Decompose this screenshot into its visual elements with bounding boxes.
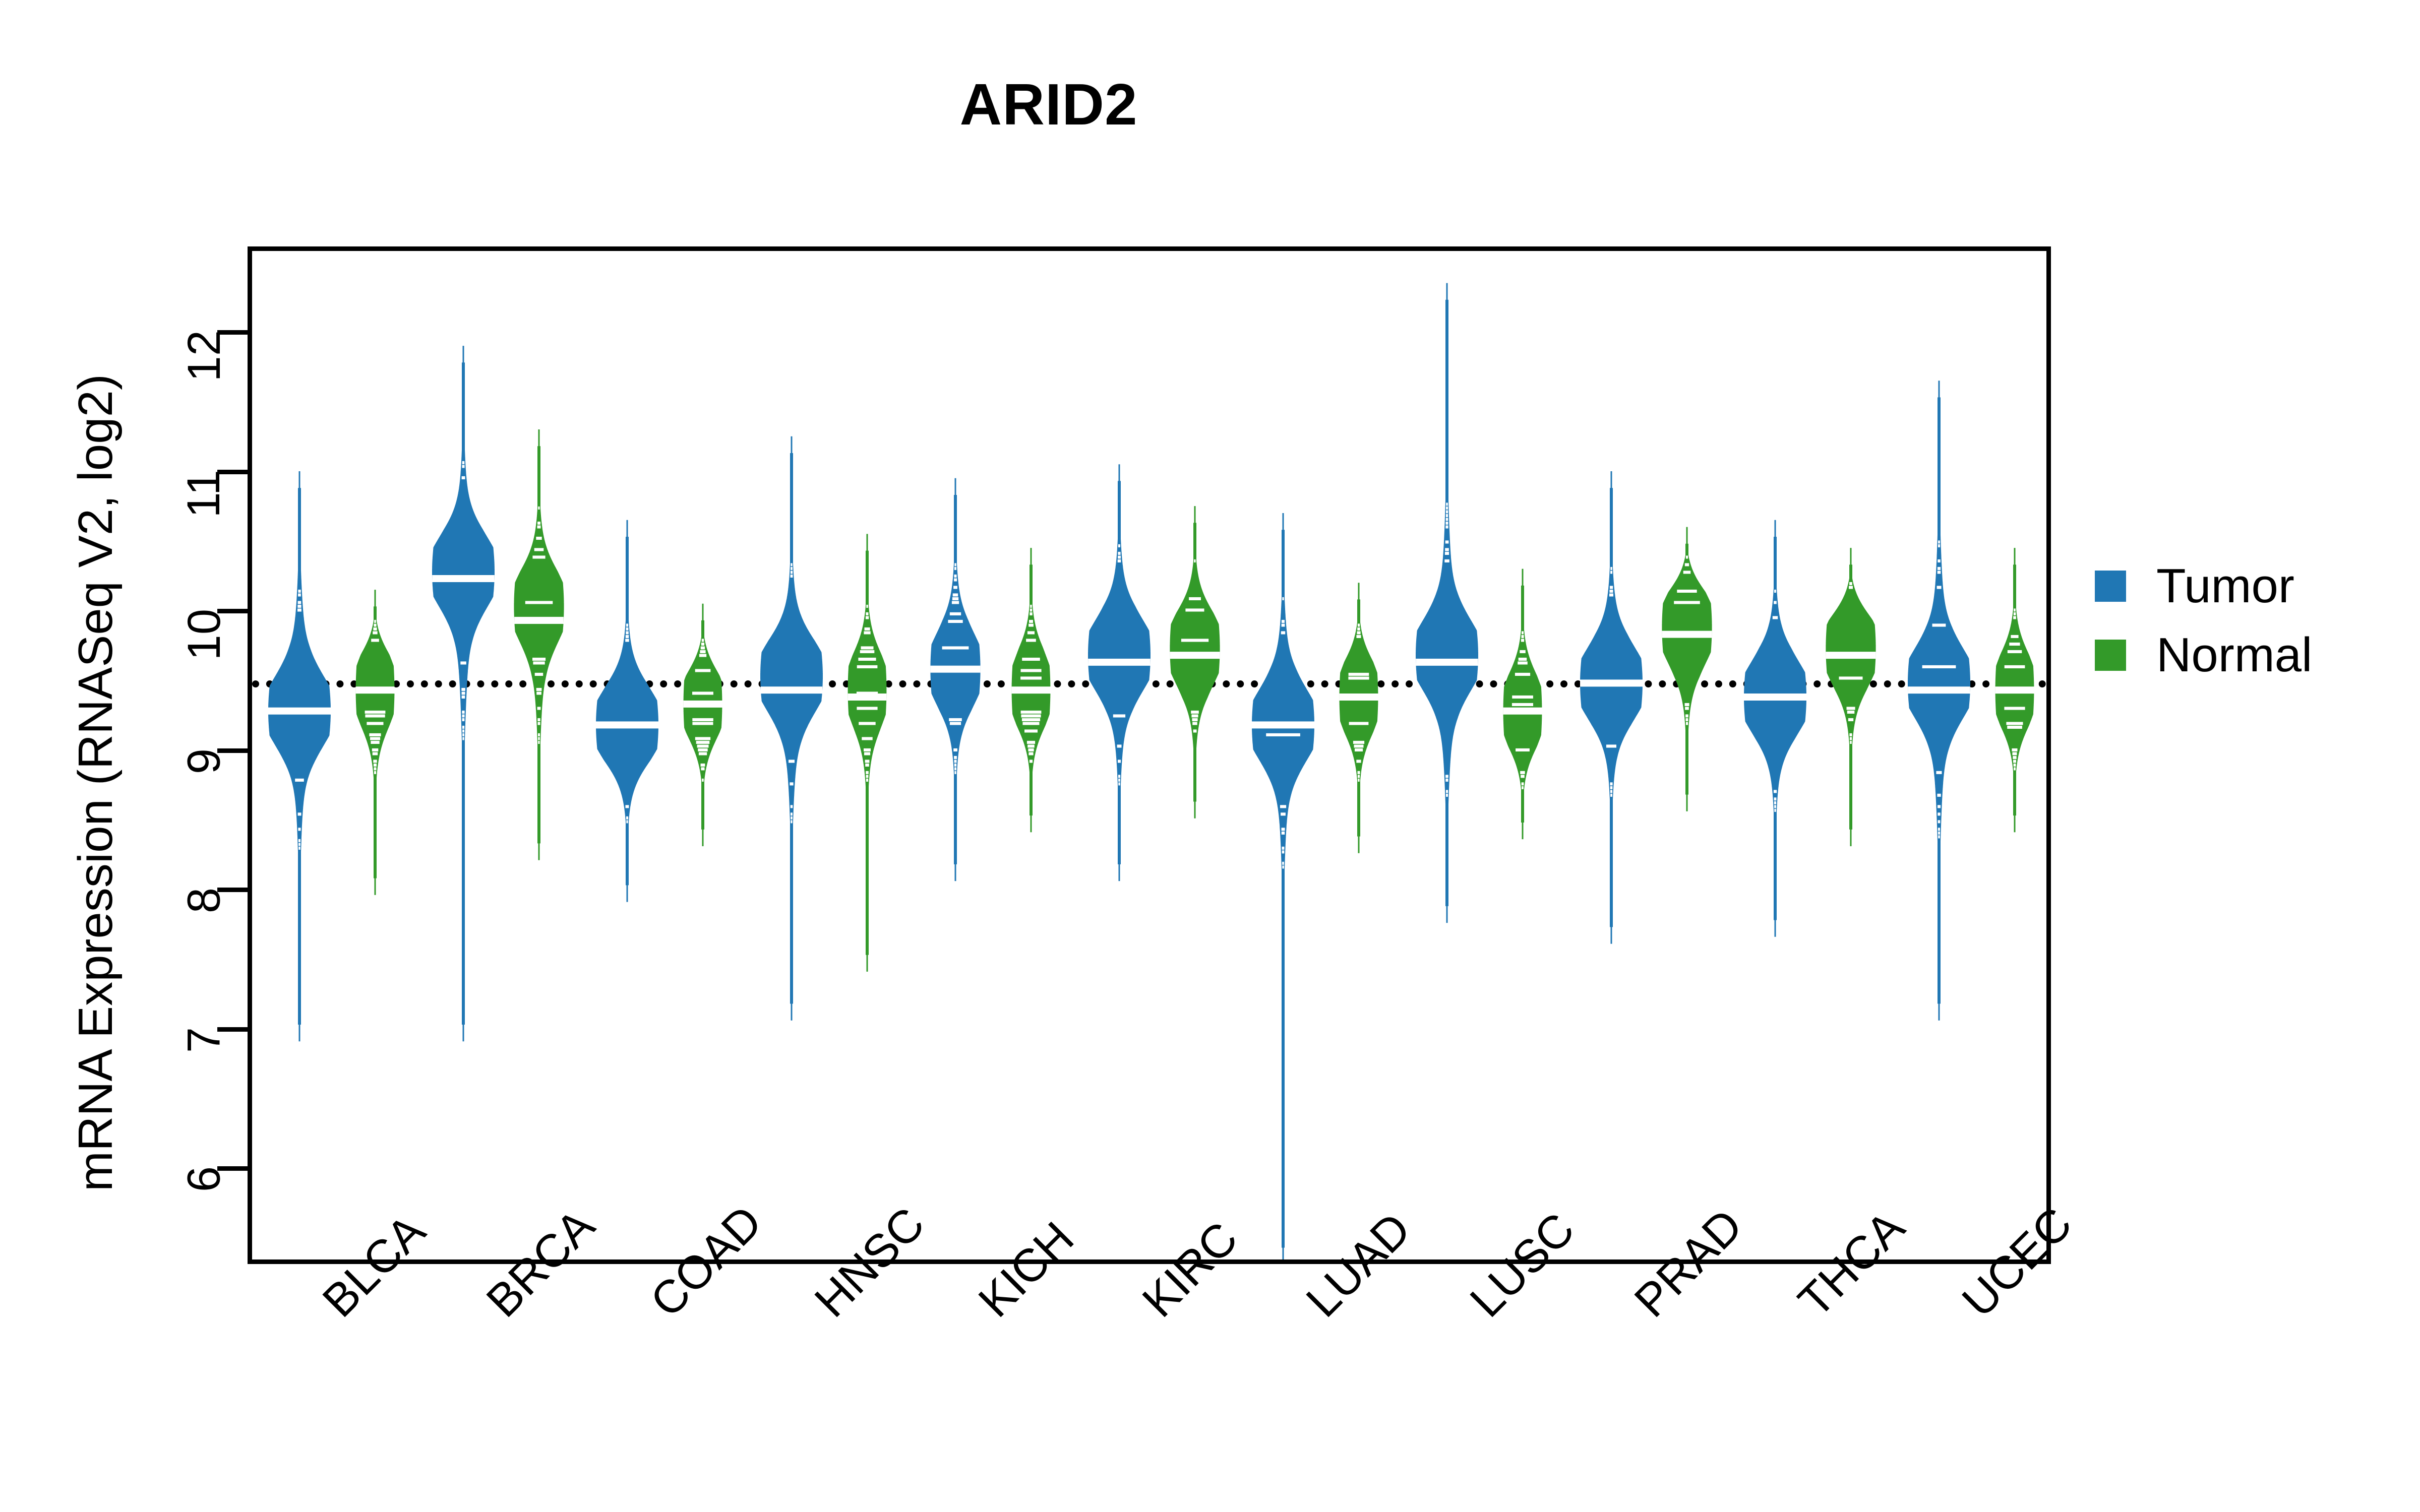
y-tick-label: 6 (178, 1166, 230, 1192)
legend-item-normal: Normal (2095, 623, 2407, 686)
legend-item-tumor: Tumor (2095, 554, 2407, 617)
legend-label-tumor: Tumor (2156, 558, 2294, 613)
normal-swatch-icon (2095, 639, 2126, 671)
page-title: ARID2 (959, 72, 1138, 137)
plot-inner (252, 251, 2046, 1259)
legend: Tumor Normal (2095, 554, 2407, 692)
legend-label-normal: Normal (2156, 627, 2313, 682)
bean-shape (1995, 548, 2034, 833)
tumor-swatch-icon (2095, 570, 2126, 602)
plot-area (248, 246, 2051, 1264)
y-tick-label: 8 (178, 888, 230, 914)
y-tick-label: 10 (178, 609, 230, 661)
y-tick-label: 12 (178, 330, 230, 382)
chart-root: ARID2 mRNA Expression (RNASeq V2, log2) … (0, 0, 2420, 1512)
y-tick-label: 11 (178, 469, 230, 518)
y-tick-label: 9 (178, 748, 230, 774)
y-tick-label: 7 (178, 1027, 230, 1053)
y-axis: 6 7 8 9 10 11 12 (0, 246, 248, 1264)
